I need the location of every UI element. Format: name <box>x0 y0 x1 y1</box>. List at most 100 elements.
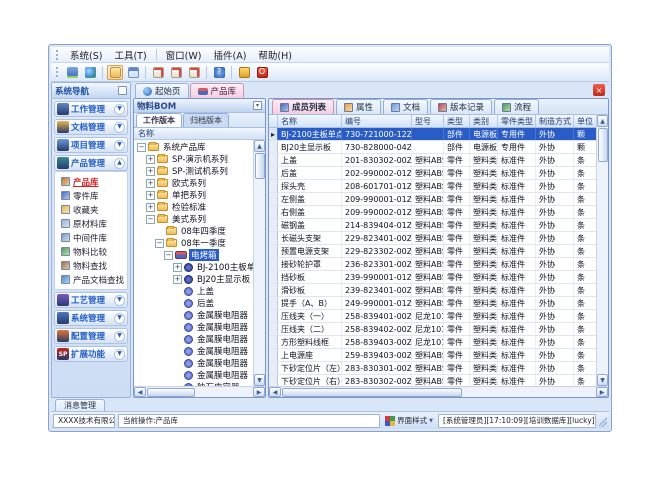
bom-tab-工作版本[interactable]: 工作版本 <box>136 113 182 127</box>
tree-node-金属膜电阻器[interactable]: 金属膜电阻器 <box>134 333 253 345</box>
row-selector[interactable] <box>269 141 278 153</box>
scroll-left-icon[interactable]: ◀ <box>134 387 146 397</box>
sidebar-section-工作管理[interactable]: 工作管理▼ <box>54 101 128 117</box>
collapse-icon[interactable]: − <box>146 215 155 224</box>
member-tab-属性[interactable]: 属性 <box>336 99 381 114</box>
table-row[interactable]: 后盖202-990002-01Z塑料ABS零件塑料类标准件外协条 <box>269 167 596 180</box>
tree-node-金属膜电阻器[interactable]: 金属膜电阻器 <box>134 357 253 369</box>
table-row[interactable]: 上盖201-830302-00Z塑料ABS零件塑料类标准件外协条 <box>269 154 596 167</box>
tree-node-SP-测试机系列[interactable]: +SP-测试机系列 <box>134 165 253 177</box>
toolbar-button-lock-icon[interactable] <box>236 65 252 80</box>
tree-node-08年一季度[interactable]: −08年一季度 <box>134 237 253 249</box>
table-row[interactable]: 下砂定位片（右）283-830302-00Z塑料ABS零件塑料类标准件外协条 <box>269 375 596 386</box>
table-row[interactable]: 左侧盖209-990001-01Z塑料ABS零件塑料类标准件外协条 <box>269 193 596 206</box>
row-selector[interactable] <box>269 232 278 244</box>
column-header-类别[interactable]: 类别 <box>470 115 498 127</box>
message-manager-tab[interactable]: 消息管理 <box>55 399 105 411</box>
toolbar-button-workspace-icon[interactable] <box>64 65 80 80</box>
row-selector[interactable] <box>269 336 278 348</box>
menu-item[interactable]: 工具(T) <box>108 47 152 63</box>
table-row[interactable]: 探头壳208-601701-01Z塑料ABS零件塑料类标准件外协条 <box>269 180 596 193</box>
table-hscroll-thumb[interactable] <box>282 388 462 397</box>
member-tab-文档[interactable]: 文档 <box>383 99 428 114</box>
row-selector[interactable] <box>269 362 278 374</box>
tree-column-header[interactable]: 名称 <box>134 128 265 140</box>
ui-style-picker[interactable]: 界面样式 ▼ <box>383 415 435 426</box>
chevron-up-icon[interactable]: ▲ <box>114 158 125 169</box>
menu-item[interactable]: 系统(S) <box>64 47 108 63</box>
toolbar-button-open-folder-icon[interactable] <box>107 65 123 80</box>
table-row[interactable]: 接砂轮护罩236-823301-00Z塑料ABS零件塑料类标准件外协条 <box>269 258 596 271</box>
column-header-制造方式[interactable]: 制造方式 <box>536 115 574 127</box>
sidebar-section-项目管理[interactable]: 项目管理▼ <box>54 137 128 153</box>
menu-item[interactable]: 帮助(H) <box>252 47 298 63</box>
tree-horizontal-scrollbar[interactable]: ◀ ▶ <box>134 386 265 397</box>
sidebar-item-中间件库[interactable]: 中间件库 <box>61 231 127 244</box>
row-selector[interactable] <box>269 206 278 218</box>
sidebar-section-工艺管理[interactable]: 工艺管理▼ <box>54 292 128 308</box>
expand-icon[interactable]: + <box>146 167 155 176</box>
menu-item[interactable]: 插件(A) <box>207 47 252 63</box>
expand-icon[interactable]: + <box>146 203 155 212</box>
toolbar-button-mail-new-icon[interactable] <box>150 65 166 80</box>
row-selector[interactable] <box>269 284 278 296</box>
column-header-编号[interactable]: 编号 <box>342 115 412 127</box>
member-tab-流程[interactable]: 流程 <box>494 99 539 114</box>
table-row[interactable]: 挡砂板239-990001-01Z塑料ABS零件塑料类标准件外协条 <box>269 271 596 284</box>
toolbar-button-exit-icon[interactable]: O <box>254 65 270 80</box>
column-header-单位[interactable]: 单位 <box>574 115 596 127</box>
column-header-零件类型[interactable]: 零件类型 <box>498 115 536 127</box>
row-selector[interactable] <box>269 349 278 361</box>
table-row[interactable]: BJ20主显示板730-828000-04Z部件电源板专用件外协颗 <box>269 141 596 154</box>
expand-icon[interactable]: + <box>173 263 182 272</box>
table-row[interactable]: 右侧盖209-990002-01Z塑料ABS零件塑料类标准件外协条 <box>269 206 596 219</box>
collapse-icon[interactable]: − <box>137 143 146 152</box>
chevron-down-icon[interactable]: ▼ <box>114 313 125 324</box>
table-scroll-thumb[interactable] <box>598 128 608 162</box>
tree-vertical-scrollbar[interactable]: ▲ ▼ <box>253 140 265 386</box>
scroll-up-icon[interactable]: ▲ <box>597 115 608 127</box>
tree-node-上盖[interactable]: 上盖 <box>134 285 253 297</box>
column-header-名称[interactable]: 名称 <box>278 115 342 127</box>
sidebar-item-产品库[interactable]: 产品库 <box>61 175 127 188</box>
row-selector[interactable] <box>269 310 278 322</box>
toolbar-button-mail-send-icon[interactable] <box>168 65 184 80</box>
table-row[interactable]: 下砂定位片（左）283-830301-00Z塑料ABS零件塑料类标准件外协条 <box>269 362 596 375</box>
row-selector[interactable] <box>269 245 278 257</box>
expand-icon[interactable]: + <box>146 191 155 200</box>
collapse-icon[interactable]: − <box>155 239 164 248</box>
column-header-类型[interactable]: 类型 <box>444 115 470 127</box>
sidebar-panel-button[interactable] <box>118 86 127 95</box>
table-row[interactable]: 提手（A、B）249-990001-01Z塑料ABS零件塑料类标准件外协条 <box>269 297 596 310</box>
chevron-down-icon[interactable]: ▼ <box>114 140 125 151</box>
close-tab-icon[interactable]: × <box>593 84 605 96</box>
tree-node-08年四季度[interactable]: 08年四季度 <box>134 225 253 237</box>
table-row[interactable]: 预置电源支架229-823302-00Z塑料ABS零件塑料类标准件外协条 <box>269 245 596 258</box>
table-row[interactable]: ▸BJ-2100主板单点730-721000-12Z部件电源板专用件外协颗 <box>269 128 596 141</box>
chevron-down-icon[interactable]: ▼ <box>114 104 125 115</box>
sidebar-item-零件库[interactable]: 零件库 <box>61 189 127 202</box>
row-selector[interactable] <box>269 193 278 205</box>
sidebar-section-产品管理[interactable]: 产品管理▲ <box>54 155 128 171</box>
row-selector[interactable] <box>269 297 278 309</box>
document-tab-起始页[interactable]: 起始页 <box>135 83 189 98</box>
tree-hscroll-thumb[interactable] <box>147 388 195 397</box>
chevron-down-icon[interactable]: ▼ <box>114 331 125 342</box>
chevron-down-icon[interactable]: ▼ <box>114 349 125 360</box>
row-selector[interactable] <box>269 375 278 386</box>
table-horizontal-scrollbar[interactable]: ◀ ▶ <box>269 386 608 397</box>
member-tab-版本记录[interactable]: 版本记录 <box>430 99 492 114</box>
toolbar-grip[interactable] <box>56 67 59 77</box>
row-selector[interactable] <box>269 219 278 231</box>
menubar-grip[interactable] <box>56 50 59 60</box>
tree-node-金属膜电阻器[interactable]: 金属膜电阻器 <box>134 309 253 321</box>
sidebar-item-原材料库[interactable]: 原材料库 <box>61 217 127 230</box>
scroll-left-icon[interactable]: ◀ <box>269 387 281 397</box>
toolbar-button-help-icon[interactable]: ? <box>211 65 227 80</box>
sidebar-section-配置管理[interactable]: 配置管理▼ <box>54 328 128 344</box>
member-tab-成员列表[interactable]: 成员列表 <box>272 99 334 114</box>
tree-node-系统产品库[interactable]: −系统产品库 <box>134 141 253 153</box>
document-tab-产品库[interactable]: 产品库 <box>190 83 245 98</box>
column-header-型号[interactable]: 型号 <box>412 115 444 127</box>
toolbar-button-report-grid-icon[interactable] <box>125 65 141 80</box>
